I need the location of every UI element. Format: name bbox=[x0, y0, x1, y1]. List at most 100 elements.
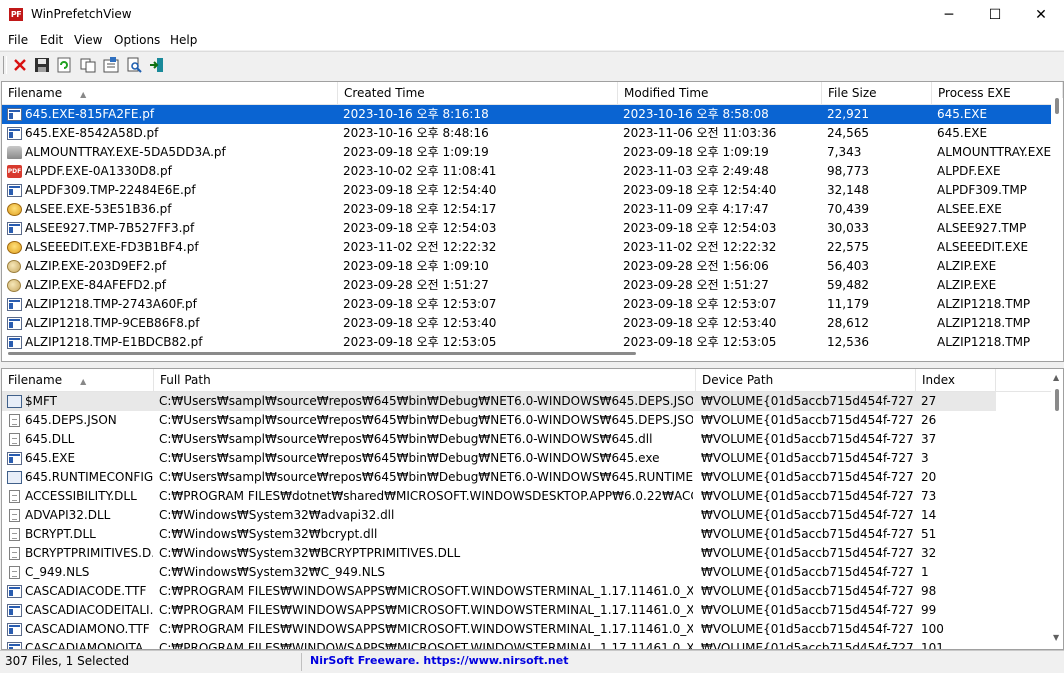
refresh-icon[interactable] bbox=[55, 56, 73, 74]
table-row[interactable]: ALSEE.EXE-53E51B36.pf 2023-09-18 오후 12:54… bbox=[2, 200, 1051, 219]
prefetch-list-header: Filename ▲ Created Time Modified Time Fil… bbox=[2, 82, 1063, 105]
cell-filename: 645.DLL bbox=[25, 432, 75, 446]
menu-file[interactable]: File bbox=[8, 33, 28, 47]
col-header-file-size[interactable]: File Size bbox=[822, 82, 932, 104]
col-header-filename[interactable]: Filename ▲ bbox=[2, 82, 338, 104]
cell-device-path: ₩VOLUME{01d5accb715d454f-727... bbox=[701, 413, 913, 427]
cell-file-size: 70,439 bbox=[827, 202, 869, 216]
table-row[interactable]: PDF ALPDF.EXE-0A1330D8.pf 2023-10-02 오후 11… bbox=[2, 162, 1051, 181]
table-row[interactable]: 645.RUNTIMECONFIG... C:₩Users₩sampl₩sourc… bbox=[2, 468, 1051, 487]
cell-device-path: ₩VOLUME{01d5accb715d454f-727... bbox=[701, 470, 913, 484]
vertical-scrollbar[interactable]: ▲ ▼ bbox=[1051, 369, 1063, 649]
table-row[interactable]: ALZIP1218.TMP-2743A60F.pf 2023-09-18 오후 1… bbox=[2, 295, 1051, 314]
doc-file-icon bbox=[9, 566, 20, 579]
find-icon[interactable] bbox=[125, 56, 143, 74]
cell-filename: ALPDF.EXE-0A1330D8.pf bbox=[25, 164, 172, 178]
minimize-button[interactable]: ─ bbox=[926, 0, 972, 30]
cell-device-path: ₩VOLUME{01d5accb715d454f-727... bbox=[701, 641, 913, 650]
horizontal-scrollbar[interactable] bbox=[8, 352, 636, 355]
cell-filename: ALPDF309.TMP-22484E6E.pf bbox=[25, 183, 196, 197]
cell-index: 20 bbox=[921, 470, 937, 484]
table-row[interactable]: BCRYPTPRIMITIVES.D... C:₩Windows₩System32… bbox=[2, 544, 1051, 563]
referenced-files-list[interactable]: Filename ▲ Full Path Device Path Index $M… bbox=[1, 368, 1064, 650]
table-row[interactable]: ALSEE927.TMP-7B527FF3.pf 2023-09-18 오후 12… bbox=[2, 219, 1051, 238]
table-row[interactable]: ALZIP1218.TMP-9CEB86F8.pf 2023-09-18 오후 1… bbox=[2, 314, 1051, 333]
table-row[interactable]: ALPDF309.TMP-22484E6E.pf 2023-09-18 오후 12… bbox=[2, 181, 1051, 200]
face-file-icon bbox=[7, 241, 22, 254]
col-header-filename[interactable]: Filename ▲ bbox=[2, 369, 154, 391]
col-header-full-path[interactable]: Full Path bbox=[154, 369, 696, 391]
cell-filename: BCRYPT.DLL bbox=[25, 527, 96, 541]
menu-help[interactable]: Help bbox=[170, 33, 197, 47]
mft-file-icon bbox=[7, 395, 22, 408]
status-bar: 307 Files, 1 Selected NirSoft Freeware. … bbox=[0, 650, 1064, 673]
mft-file-icon bbox=[7, 471, 22, 484]
cell-file-size: 32,148 bbox=[827, 183, 869, 197]
cell-index: 1 bbox=[921, 565, 929, 579]
doc-file-icon bbox=[9, 433, 20, 446]
scroll-thumb[interactable] bbox=[1055, 98, 1059, 114]
cell-filename: CASCADIACODE.TTF bbox=[25, 584, 147, 598]
col-header-index[interactable]: Index bbox=[916, 369, 996, 391]
cell-process-exe: ALZIP1218.TMP bbox=[937, 316, 1031, 330]
cell-file-size: 22,921 bbox=[827, 107, 869, 121]
properties-icon[interactable] bbox=[102, 56, 120, 74]
save-icon[interactable] bbox=[33, 56, 51, 74]
menu-edit[interactable]: Edit bbox=[40, 33, 63, 47]
table-row[interactable]: ACCESSIBILITY.DLL C:₩PROGRAM FILES₩dotnet… bbox=[2, 487, 1051, 506]
cell-modified-time: 2023-09-18 오후 12:54:40 bbox=[623, 183, 777, 197]
nirsoft-link[interactable]: NirSoft Freeware. https://www.nirsoft.ne… bbox=[310, 654, 568, 667]
exe-file-icon bbox=[7, 604, 22, 617]
referenced-files-header: Filename ▲ Full Path Device Path Index bbox=[2, 369, 1063, 392]
table-row[interactable]: CASCADIACODEITALI... C:₩PROGRAM FILES₩WIN… bbox=[2, 601, 1051, 620]
exit-icon[interactable] bbox=[148, 56, 166, 74]
cell-modified-time: 2023-10-16 오후 8:58:08 bbox=[623, 107, 769, 121]
table-row[interactable]: 645.EXE-815FA2FE.pf 2023-10-16 오후 8:16:18… bbox=[2, 105, 1051, 124]
table-row[interactable]: BCRYPT.DLL C:₩Windows₩System32₩bcrypt.dll… bbox=[2, 525, 1051, 544]
table-row[interactable]: 645.DEPS.JSON C:₩Users₩sampl₩source₩repos… bbox=[2, 411, 1051, 430]
cell-file-size: 28,612 bbox=[827, 316, 869, 330]
table-row[interactable]: CASCADIACODE.TTF C:₩PROGRAM FILES₩WINDOWS… bbox=[2, 582, 1051, 601]
maximize-button[interactable]: ☐ bbox=[972, 0, 1018, 30]
table-row[interactable]: C_949.NLS C:₩Windows₩System32₩C_949.NLS ₩V… bbox=[2, 563, 1051, 582]
menu-options[interactable]: Options bbox=[114, 33, 160, 47]
col-header-process-exe[interactable]: Process EXE bbox=[932, 82, 1063, 104]
scroll-down-icon[interactable]: ▼ bbox=[1053, 633, 1059, 642]
exe-file-icon bbox=[7, 585, 22, 598]
cell-filename: ALMOUNTTRAY.EXE-5DA5DD3A.pf bbox=[25, 145, 226, 159]
toolbar-grip bbox=[3, 56, 7, 74]
scroll-thumb[interactable] bbox=[1055, 389, 1059, 411]
delete-icon[interactable] bbox=[11, 56, 29, 74]
table-row[interactable]: CASCADIAMONO.TTF C:₩PROGRAM FILES₩WINDOWS… bbox=[2, 620, 1051, 639]
close-button[interactable]: ✕ bbox=[1018, 0, 1064, 30]
title-bar[interactable]: PF WinPrefetchView ─ ☐ ✕ bbox=[0, 0, 1064, 30]
menu-view[interactable]: View bbox=[74, 33, 102, 47]
table-row[interactable]: ALZIP.EXE-203D9EF2.pf 2023-09-18 오후 1:09:… bbox=[2, 257, 1051, 276]
table-row[interactable]: ALSEEEDIT.EXE-FD3B1BF4.pf 2023-11-02 오전 1… bbox=[2, 238, 1051, 257]
exe-file-icon bbox=[7, 336, 22, 349]
cell-process-exe: 645.EXE bbox=[937, 126, 988, 140]
table-row[interactable]: CASCADIAMONOITA... C:₩PROGRAM FILES₩WINDO… bbox=[2, 639, 1051, 650]
table-row[interactable]: $MFT C:₩Users₩sampl₩source₩repos₩645₩bin₩… bbox=[2, 392, 996, 411]
exe-file-icon bbox=[7, 623, 22, 636]
doc-file-icon bbox=[9, 509, 20, 522]
table-row[interactable]: 645.DLL C:₩Users₩sampl₩source₩repos₩645₩b… bbox=[2, 430, 1051, 449]
cell-full-path: C:₩Users₩sampl₩source₩repos₩645₩bin₩Debu… bbox=[159, 432, 653, 446]
prefetch-list[interactable]: Filename ▲ Created Time Modified Time Fil… bbox=[1, 81, 1064, 362]
table-row[interactable]: 645.EXE C:₩Users₩sampl₩source₩repos₩645₩b… bbox=[2, 449, 1051, 468]
cell-modified-time: 2023-09-18 오후 12:53:07 bbox=[623, 297, 777, 311]
table-row[interactable]: 645.EXE-8542A58D.pf 2023-10-16 오후 8:48:16… bbox=[2, 124, 1051, 143]
col-header-device-path[interactable]: Device Path bbox=[696, 369, 916, 391]
scroll-up-icon[interactable]: ▲ bbox=[1053, 373, 1059, 382]
vertical-scrollbar[interactable] bbox=[1051, 98, 1063, 348]
col-header-modified-time[interactable]: Modified Time bbox=[618, 82, 822, 104]
cell-filename: BCRYPTPRIMITIVES.D... bbox=[25, 546, 153, 560]
table-row[interactable]: ALZIP.EXE-84AFEFD2.pf 2023-09-28 오전 1:51:… bbox=[2, 276, 1051, 295]
cell-device-path: ₩VOLUME{01d5accb715d454f-727... bbox=[701, 527, 913, 541]
cell-modified-time: 2023-09-18 오후 12:54:03 bbox=[623, 221, 777, 235]
table-row[interactable]: ALZIP1218.TMP-E1BDCB82.pf 2023-09-18 오후 1… bbox=[2, 333, 1051, 352]
table-row[interactable]: ALMOUNTTRAY.EXE-5DA5DD3A.pf 2023-09-18 오후… bbox=[2, 143, 1051, 162]
table-row[interactable]: ADVAPI32.DLL C:₩Windows₩System32₩advapi32… bbox=[2, 506, 1051, 525]
col-header-created-time[interactable]: Created Time bbox=[338, 82, 618, 104]
copy-icon[interactable] bbox=[79, 56, 97, 74]
